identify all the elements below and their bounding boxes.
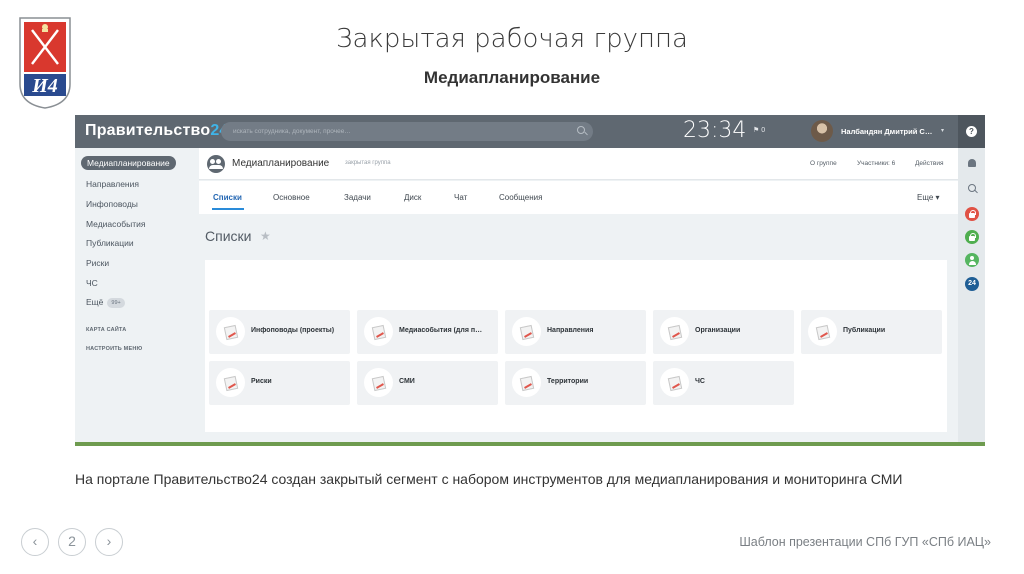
list-tile-label: Риски bbox=[251, 378, 272, 385]
list-document-icon bbox=[364, 368, 393, 397]
sidebar-item-directions[interactable]: Направления bbox=[86, 177, 139, 191]
configure-menu-link[interactable]: НАСТРОИТЬ МЕНЮ bbox=[86, 346, 142, 352]
user-name[interactable]: Налбандян Дмитрий С… bbox=[841, 127, 932, 136]
list-document-icon bbox=[808, 317, 837, 346]
portal-search-input[interactable]: искать сотрудника, документ, прочее… bbox=[221, 122, 593, 141]
portal-topbar: Правительство24 искать сотрудника, докум… bbox=[75, 115, 985, 148]
tab-messages[interactable]: Сообщения bbox=[499, 193, 542, 202]
tab-tasks[interactable]: Задачи bbox=[344, 193, 371, 202]
members-link[interactable]: Участники: 6 bbox=[857, 160, 895, 167]
list-document-icon bbox=[660, 317, 689, 346]
sitemap-link[interactable]: КАРТА САЙТА bbox=[86, 327, 126, 333]
list-tile-label: ЧС bbox=[695, 378, 705, 385]
tab-more[interactable]: Еще ▾ bbox=[917, 193, 940, 202]
slide-title: Закрытая рабочая группа bbox=[336, 24, 688, 54]
user-icon[interactable] bbox=[965, 253, 979, 267]
list-tile-label: СМИ bbox=[399, 378, 415, 385]
sidebar-item-risks[interactable]: Риски bbox=[86, 256, 109, 270]
sidebar-item-mediaplanning[interactable]: Медиапланирование bbox=[81, 156, 176, 170]
search-placeholder: искать сотрудника, документ, прочее… bbox=[233, 128, 351, 135]
list-tile-label: Инфоповоды (проекты) bbox=[251, 327, 335, 334]
group-name[interactable]: Медиапланирование bbox=[232, 158, 329, 169]
next-slide-button[interactable]: › bbox=[95, 528, 123, 556]
lists-tiles: Инфоповоды (проекты) Медиасобытия (для п… bbox=[205, 260, 947, 432]
bell-icon[interactable] bbox=[965, 157, 979, 171]
flag-count: 0 bbox=[761, 127, 766, 134]
portal-brand[interactable]: Правительство24 bbox=[85, 122, 229, 140]
list-tile-label: Публикации bbox=[843, 327, 886, 334]
left-menu: Медиапланирование Направления Инфоповоды… bbox=[75, 148, 199, 442]
active-tab-indicator bbox=[212, 208, 244, 210]
help-button[interactable]: ? bbox=[958, 115, 985, 148]
template-footer: Шаблон презентации СПб ГУП «СПб ИАЦ» bbox=[739, 535, 991, 549]
sidebar-item-infopovody[interactable]: Инфоповоды bbox=[86, 197, 138, 211]
clock: 23:34 bbox=[683, 118, 747, 143]
group-kind-label: закрытая группа bbox=[345, 160, 391, 166]
prev-slide-button[interactable]: ‹ bbox=[21, 528, 49, 556]
list-tile-label: Медиасобытия (для п… bbox=[399, 327, 483, 334]
tab-main[interactable]: Основное bbox=[273, 193, 310, 202]
chevron-down-icon[interactable]: ▾ bbox=[941, 127, 944, 134]
list-tile-label: Территории bbox=[547, 378, 589, 385]
list-document-icon bbox=[660, 368, 689, 397]
list-document-icon bbox=[364, 317, 393, 346]
list-tile-smi[interactable]: СМИ bbox=[357, 361, 498, 405]
lock-green-icon[interactable] bbox=[965, 230, 979, 244]
lock-red-icon[interactable] bbox=[965, 207, 979, 221]
list-tile-label: Организации bbox=[695, 327, 741, 334]
list-tile-mediaevents[interactable]: Медиасобытия (для п… bbox=[357, 310, 498, 354]
list-tile-emergencies[interactable]: ЧС bbox=[653, 361, 794, 405]
list-tile-infopovody[interactable]: Инфоповоды (проекты) bbox=[209, 310, 350, 354]
brand-prefix: Правительство bbox=[85, 122, 211, 139]
lists-heading: Списки bbox=[205, 228, 252, 244]
list-tile-directions[interactable]: Направления bbox=[505, 310, 646, 354]
right-toolbar: 24 bbox=[958, 148, 985, 442]
list-tile-publications[interactable]: Публикации bbox=[801, 310, 942, 354]
list-tile-organizations[interactable]: Организации bbox=[653, 310, 794, 354]
about-group-link[interactable]: О группе bbox=[810, 160, 837, 167]
tab-disk[interactable]: Диск bbox=[404, 193, 421, 202]
tab-more-label: Еще bbox=[917, 193, 934, 202]
star-icon[interactable]: ★ bbox=[260, 229, 271, 243]
group-tabs: Списки Основное Задачи Диск Чат Сообщени… bbox=[199, 181, 958, 214]
portal-screenshot: Правительство24 искать сотрудника, докум… bbox=[75, 115, 985, 446]
search-icon[interactable] bbox=[577, 126, 585, 134]
list-document-icon bbox=[216, 317, 245, 346]
sidebar-item-publications[interactable]: Публикации bbox=[86, 236, 134, 250]
tab-lists[interactable]: Списки bbox=[213, 193, 242, 202]
search-icon[interactable] bbox=[965, 181, 979, 195]
portal-24-icon[interactable]: 24 bbox=[965, 277, 979, 291]
slide-caption: На портале Правительство24 создан закрыт… bbox=[75, 471, 903, 487]
sidebar-item-more[interactable]: Ещё 99+ bbox=[86, 295, 125, 309]
list-tile-label: Направления bbox=[547, 327, 594, 334]
slide-subtitle: Медиапланирование bbox=[423, 68, 601, 87]
list-document-icon bbox=[512, 368, 541, 397]
group-header: Медиапланирование закрытая группа О груп… bbox=[199, 148, 958, 180]
more-label: Ещё bbox=[86, 297, 104, 307]
list-document-icon bbox=[512, 317, 541, 346]
main-content: Медиапланирование закрытая группа О груп… bbox=[199, 148, 958, 442]
sidebar-item-emergencies[interactable]: ЧС bbox=[86, 276, 98, 290]
flag-counter[interactable]: ⚑ 0 bbox=[753, 126, 765, 134]
sidebar-item-mediaevents[interactable]: Медиасобытия bbox=[86, 217, 145, 231]
tab-chat[interactable]: Чат bbox=[454, 193, 467, 202]
help-icon: ? bbox=[966, 126, 977, 137]
actions-link[interactable]: Действия bbox=[915, 160, 943, 167]
list-tile-territories[interactable]: Территории bbox=[505, 361, 646, 405]
page-number: 2 bbox=[58, 528, 86, 556]
list-document-icon bbox=[216, 368, 245, 397]
user-avatar[interactable] bbox=[811, 120, 833, 142]
more-count-badge: 99+ bbox=[107, 298, 125, 308]
list-tile-risks[interactable]: Риски bbox=[209, 361, 350, 405]
group-icon bbox=[207, 155, 225, 173]
